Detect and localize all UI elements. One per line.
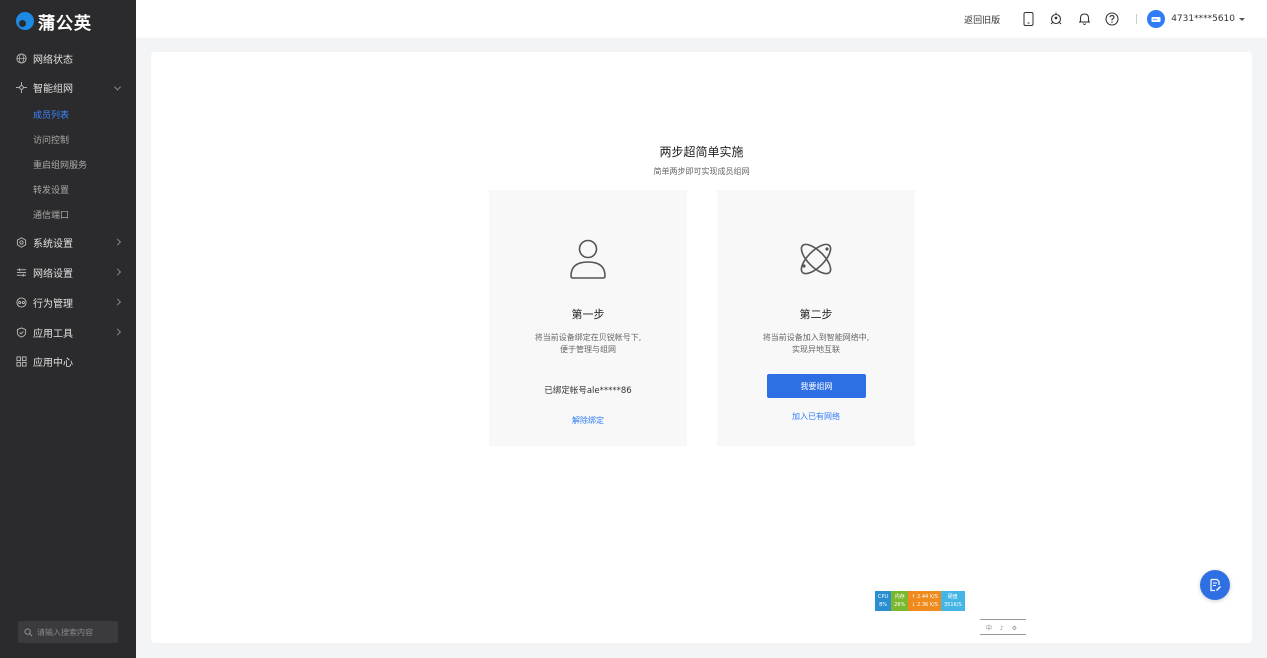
router-icon (1151, 17, 1161, 22)
step-two-description: 将当前设备加入到智能网络中, 实现异地互联 (717, 332, 915, 356)
header-divider (1136, 14, 1138, 24)
sidebar-item-network-status[interactable]: 网络状态 (0, 44, 136, 73)
chevron-right-icon (113, 328, 122, 336)
step-two-card: 第二步 将当前设备加入到智能网络中, 实现异地互联 我要组网 加入已有网络 (717, 190, 915, 446)
gear-icon (16, 236, 27, 248)
feedback-button[interactable] (1200, 570, 1230, 600)
step-two-title: 第二步 (799, 308, 833, 321)
network-icon (16, 82, 27, 93)
step-one-card: 第一步 将当前设备绑定在贝锐帐号下, 便于管理与组网 已绑定帐号ale*****… (489, 190, 687, 446)
system-monitor-widget: CPU 8% 内存 26% ↑ 2.44 K/S ↓ 2.36 K/S 硬盘 3… (875, 591, 965, 611)
network-speed: ↑ 2.44 K/S ↓ 2.36 K/S (908, 591, 941, 611)
step-one-title: 第一步 (571, 308, 605, 321)
sidebar: 蒲公英 网络状态 智能组网 成员列表 访问控制 重启组网服务 转发设置 通信端口… (0, 0, 136, 658)
search-input[interactable] (37, 627, 112, 637)
sidebar-item-label: 智能组网 (33, 84, 73, 95)
sidebar-item-system-settings[interactable]: 系统设置 (0, 227, 136, 257)
disk-label: 硬盘 (947, 594, 958, 600)
step-one-description: 将当前设备绑定在贝锐帐号下, 便于管理与组网 (489, 332, 687, 356)
sidebar-item-smart-network[interactable]: 智能组网 (0, 73, 136, 102)
sliders-icon (16, 267, 27, 277)
download-value: 2.36 K/S (917, 602, 938, 608)
sidebar-item-label: 系统设置 (33, 238, 73, 250)
ime-toolbar[interactable]: 中 ♪ ⚙ (980, 619, 1026, 635)
main-panel: 两步超简单实施 简单两步即可实现成员组网 第一步 将当前设备绑定在贝锐帐号下, … (151, 52, 1252, 643)
sidebar-item-label: 应用工具 (33, 328, 73, 340)
sidebar-item-app-center[interactable]: 应用中心 (0, 347, 136, 375)
sidebar-subitem-restart-service[interactable]: 重启组网服务 (0, 152, 136, 177)
rocket-icon[interactable] (1048, 11, 1064, 27)
apps-grid-icon (16, 355, 27, 367)
bell-icon[interactable] (1076, 11, 1092, 27)
help-icon[interactable] (1104, 11, 1120, 27)
avatar[interactable] (1147, 10, 1166, 28)
sidebar-subitem-comm-port[interactable]: 通信端口 (0, 202, 136, 227)
sidebar-item-label: 行为管理 (33, 298, 73, 310)
sidebar-item-label: 网络状态 (33, 55, 73, 66)
step-one-desc-line1: 将当前设备绑定在贝锐帐号下, (534, 333, 642, 342)
logo-icon (16, 12, 34, 30)
chevron-right-icon (113, 298, 122, 306)
globe-icon (16, 53, 27, 64)
eye-icon (16, 296, 27, 308)
page-subtitle: 简单两步即可实现成员组网 (653, 167, 750, 176)
cpu-value: 8% (879, 602, 888, 608)
upload-value: 2.44 K/S (917, 594, 938, 600)
chevron-down-icon (113, 82, 122, 91)
disk-value: 351K/S (943, 602, 962, 608)
document-edit-icon (1210, 578, 1221, 592)
search-icon (24, 627, 33, 636)
page-title: 两步超简单实施 (659, 145, 744, 159)
caret-down-icon[interactable] (1239, 17, 1245, 21)
back-to-old-version-link[interactable]: 返回旧版 (964, 13, 1000, 26)
sidebar-nav: 网络状态 智能组网 成员列表 访问控制 重启组网服务 转发设置 通信端口 系统设… (0, 44, 136, 375)
chevron-right-icon (113, 268, 122, 276)
sidebar-item-label: 网络设置 (33, 268, 73, 280)
top-header: 返回旧版 4731****5610 (136, 0, 1267, 38)
memory-value: 26% (894, 602, 906, 608)
memory-usage: 内存 26% (891, 591, 909, 611)
join-existing-network-link[interactable]: 加入已有网络 (717, 411, 915, 422)
shield-icon (16, 326, 27, 338)
logo[interactable]: 蒲公英 (0, 0, 136, 42)
bound-account-text: 已绑定帐号ale*****86 (544, 386, 632, 396)
download-speed: ↓ 2.36 K/S (911, 601, 938, 609)
sidebar-subitem-forward-settings[interactable]: 转发设置 (0, 177, 136, 202)
sidebar-subitem-member-list[interactable]: 成员列表 (0, 102, 136, 127)
sidebar-item-app-tools[interactable]: 应用工具 (0, 317, 136, 347)
logo-text: 蒲公英 (38, 13, 92, 34)
sidebar-search[interactable] (18, 621, 118, 643)
user-icon (570, 239, 606, 279)
atom-network-icon (800, 243, 832, 275)
upload-speed: ↑ 2.44 K/S (911, 593, 938, 601)
unbind-link[interactable]: 解除绑定 (489, 415, 687, 426)
cpu-usage: CPU 8% (875, 591, 892, 611)
disk-usage: 硬盘 351K/S (940, 591, 965, 611)
memory-label: 内存 (894, 594, 905, 600)
cpu-label: CPU (878, 594, 889, 600)
step-two-desc-line2: 实现异地互联 (792, 345, 840, 354)
chevron-right-icon (113, 238, 122, 246)
sidebar-item-behavior-management[interactable]: 行为管理 (0, 287, 136, 317)
mobile-icon[interactable] (1020, 11, 1036, 27)
join-network-button[interactable]: 我要组网 (767, 374, 866, 398)
sidebar-subitem-access-control[interactable]: 访问控制 (0, 127, 136, 152)
arrow-down-icon: ↓ (911, 602, 916, 608)
step-two-desc-line1: 将当前设备加入到智能网络中, (762, 333, 870, 342)
step-one-desc-line2: 便于管理与组网 (560, 345, 616, 354)
sidebar-item-network-settings[interactable]: 网络设置 (0, 257, 136, 287)
sidebar-item-label: 应用中心 (33, 357, 73, 369)
arrow-up-icon: ↑ (911, 594, 916, 600)
account-name[interactable]: 4731****5610 (1171, 14, 1235, 24)
